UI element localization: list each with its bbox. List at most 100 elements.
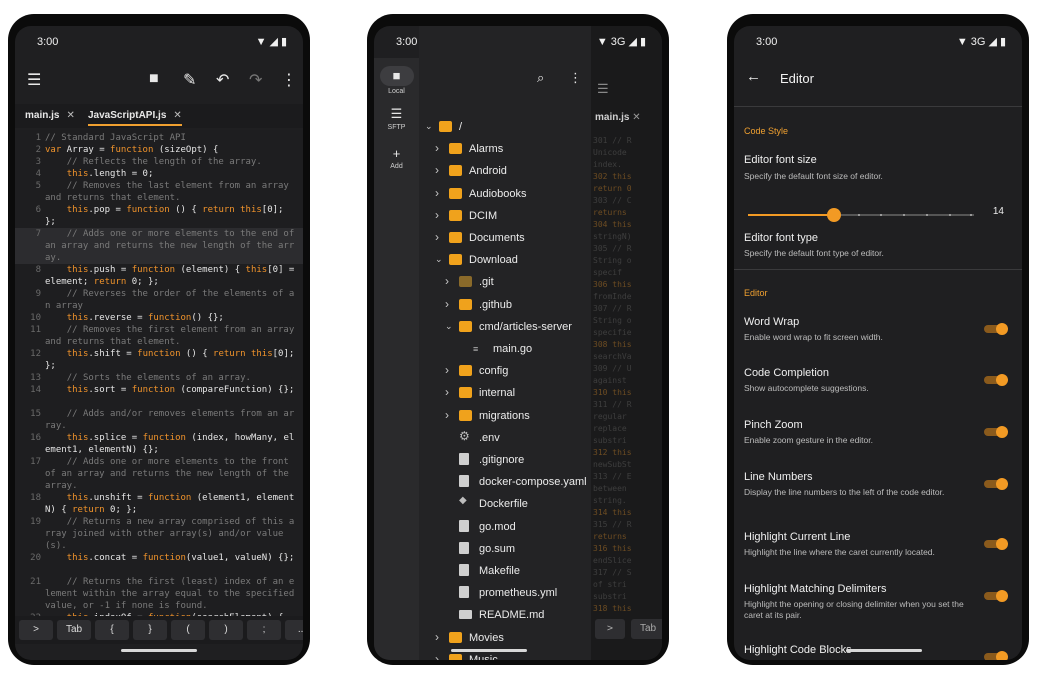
folder-row[interactable]: › Documents: [419, 227, 591, 249]
chevron-right-icon[interactable]: ›: [435, 163, 439, 177]
folder-row[interactable]: › config: [419, 360, 591, 382]
wifi-icon: ▼: [596, 35, 608, 48]
redo-icon[interactable]: ↷: [249, 70, 262, 90]
symbol-key[interactable]: {: [95, 620, 129, 640]
code-line[interactable]: 3 // Reflects the length of the array.: [15, 156, 303, 168]
file-row[interactable]: go.mod: [419, 516, 591, 538]
toggle-switch[interactable]: [984, 323, 1008, 335]
back-arrow-icon[interactable]: ←: [746, 68, 761, 85]
chevron-right-icon[interactable]: ›: [445, 363, 449, 377]
file-name: internal: [479, 387, 516, 400]
file-row[interactable]: go.sum: [419, 538, 591, 560]
code-line[interactable]: 16 this.splice = function (index, howMan…: [15, 432, 303, 456]
folder-row[interactable]: › .github: [419, 294, 591, 316]
symbol-key[interactable]: ): [209, 620, 243, 640]
code-line[interactable]: 13 // Sorts the elements of an array.: [15, 372, 303, 384]
chevron-down-icon[interactable]: ⌄: [445, 321, 453, 332]
rail-item-sftp[interactable]: ☰ SFTP: [374, 106, 419, 131]
edit-pencil-icon[interactable]: ✎: [183, 70, 196, 90]
search-icon[interactable]: ⌕: [537, 70, 544, 86]
code-line[interactable]: 11 // Removes the first element from an …: [15, 324, 303, 348]
symbol-key[interactable]: >: [19, 620, 53, 640]
chevron-right-icon[interactable]: ›: [445, 274, 449, 288]
file-row[interactable]: ≡ main.go: [419, 338, 591, 360]
code-line[interactable]: 6 this.pop = function () { return this[0…: [15, 204, 303, 228]
chevron-right-icon[interactable]: ›: [435, 186, 439, 200]
file-icon: [459, 541, 469, 554]
code-line[interactable]: 10 this.reverse = function() {};: [15, 312, 303, 324]
file-row[interactable]: .gitignore: [419, 449, 591, 471]
more-vert-icon[interactable]: ⋮: [569, 70, 582, 86]
chevron-right-icon[interactable]: ›: [435, 208, 439, 222]
file-row[interactable]: README.md: [419, 604, 591, 626]
code-line[interactable]: 2 var Array = function (sizeOpt) {: [15, 144, 303, 156]
rail-item-add[interactable]: + Add: [374, 146, 419, 170]
rail-item-local[interactable]: ■ Local: [374, 66, 419, 95]
code-line[interactable]: 17 // Adds one or more elements to the f…: [15, 456, 303, 492]
code-line[interactable]: 5 // Removes the last element from an ar…: [15, 180, 303, 204]
font-size-slider[interactable]: [748, 208, 974, 222]
code-line[interactable]: 14 this.sort = function (compareFunction…: [15, 384, 303, 408]
menu-icon[interactable]: ☰: [27, 70, 41, 90]
folder-row[interactable]: › DCIM: [419, 205, 591, 227]
folder-row[interactable]: ⌄ cmd/articles-server: [419, 316, 591, 338]
chevron-down-icon[interactable]: ⌄: [425, 121, 433, 132]
toggle-switch[interactable]: [984, 651, 1008, 660]
line-number: 18: [30, 493, 41, 503]
folder-row[interactable]: › .git: [419, 271, 591, 293]
chevron-right-icon[interactable]: ›: [435, 141, 439, 155]
toggle-switch[interactable]: [984, 478, 1008, 490]
file-row[interactable]: Makefile: [419, 560, 591, 582]
symbol-key[interactable]: (: [171, 620, 205, 640]
chevron-down-icon[interactable]: ⌄: [435, 254, 443, 265]
code-line[interactable]: 12 this.shift = function () { return thi…: [15, 348, 303, 372]
more-vert-icon[interactable]: ⋮: [281, 70, 297, 90]
tab-javascriptapi-js[interactable]: JavaScriptAPI.js ✕: [88, 110, 182, 126]
file-row[interactable]: prometheus.yml: [419, 582, 591, 604]
chevron-right-icon[interactable]: ›: [445, 385, 449, 399]
chevron-right-icon[interactable]: ›: [435, 630, 439, 644]
line-text: // Sorts the elements of an array.: [66, 373, 251, 383]
close-icon[interactable]: ✕: [66, 110, 74, 121]
folder-row[interactable]: ⌄ /: [419, 116, 591, 138]
symbol-key[interactable]: ;: [247, 620, 281, 640]
toggle-switch[interactable]: [984, 538, 1008, 550]
code-line[interactable]: 21 // Returns the first (least) index of…: [15, 576, 303, 612]
chevron-right-icon[interactable]: ›: [445, 408, 449, 422]
code-line[interactable]: 18 this.unshift = function (element1, el…: [15, 492, 303, 516]
code-editor[interactable]: 1 // Standard JavaScript API 2 var Array = …: [15, 130, 303, 616]
folder-row[interactable]: › Alarms: [419, 138, 591, 160]
symbol-key[interactable]: Tab: [57, 620, 91, 640]
symbol-key[interactable]: }: [133, 620, 167, 640]
tab-main-js[interactable]: main.js ✕: [25, 110, 75, 121]
code-line[interactable]: 8 this.push = function (element) { this[…: [15, 264, 303, 288]
code-line[interactable]: 20 this.concat = function(value1, valueN…: [15, 552, 303, 576]
file-row[interactable]: docker-compose.yaml: [419, 471, 591, 493]
chevron-right-icon[interactable]: ›: [435, 652, 439, 660]
toggle-switch[interactable]: [984, 374, 1008, 386]
file-row[interactable]: ⚙ .env: [419, 427, 591, 449]
code-line[interactable]: 9 // Reverses the order of the elements …: [15, 288, 303, 312]
folder-row[interactable]: › Android: [419, 160, 591, 182]
close-icon[interactable]: ✕: [173, 110, 181, 121]
undo-icon[interactable]: ↶: [216, 70, 229, 90]
folder-row[interactable]: › Audiobooks: [419, 183, 591, 205]
folder-row[interactable]: ⌄ Download: [419, 249, 591, 271]
code-line[interactable]: 7 // Adds one or more elements to the en…: [15, 228, 303, 264]
toggle-switch[interactable]: [984, 426, 1008, 438]
folder-icon[interactable]: ■: [149, 70, 159, 88]
line-number: 9: [35, 289, 41, 299]
folder-row[interactable]: › Movies: [419, 627, 591, 649]
code-line[interactable]: 1 // Standard JavaScript API: [15, 132, 303, 144]
chevron-right-icon[interactable]: ›: [445, 297, 449, 311]
symbol-key[interactable]: ...: [285, 620, 303, 640]
folder-row[interactable]: › internal: [419, 382, 591, 404]
code-line[interactable]: 19 // Returns a new array comprised of t…: [15, 516, 303, 552]
chevron-right-icon[interactable]: ›: [435, 230, 439, 244]
toggle-switch[interactable]: [984, 590, 1008, 602]
slider-thumb[interactable]: [826, 208, 841, 222]
code-line[interactable]: 4 this.length = 0;: [15, 168, 303, 180]
folder-row[interactable]: › migrations: [419, 405, 591, 427]
code-line[interactable]: 15 // Adds and/or removes elements from …: [15, 408, 303, 432]
file-row[interactable]: ◆ Dockerfile: [419, 493, 591, 515]
